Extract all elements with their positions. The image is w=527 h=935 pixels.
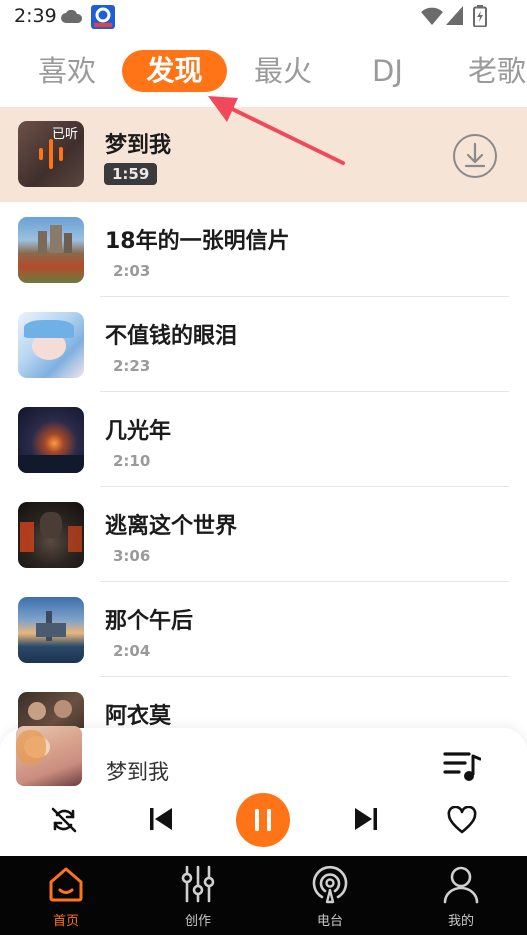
song-duration: 2:23 <box>113 357 151 375</box>
song-row[interactable]: 逃离这个世界 3:06 <box>0 487 527 582</box>
song-row[interactable]: 不值钱的眼泪 2:23 <box>0 297 527 392</box>
song-cover <box>18 597 84 663</box>
song-cover <box>18 217 84 283</box>
category-tabs: 喜欢 发现 最火 DJ 老歌 <box>0 44 527 100</box>
now-playing-title[interactable]: 梦到我 <box>106 756 169 786</box>
song-title: 几光年 <box>105 419 172 444</box>
song-duration: 2:03 <box>113 262 151 280</box>
next-track-icon[interactable] <box>353 806 379 832</box>
song-title: 不值钱的眼泪 <box>105 324 238 349</box>
song-row[interactable]: 18年的一张明信片 2:03 <box>0 202 527 297</box>
pause-button[interactable] <box>236 793 290 847</box>
heard-badge: 已听 <box>51 127 78 142</box>
song-duration: 2:04 <box>113 642 151 660</box>
equalizer-icon <box>39 139 63 169</box>
song-duration: 2:10 <box>113 452 151 470</box>
playlist-icon[interactable] <box>443 750 481 782</box>
song-title: 18年的一张明信片 <box>105 229 290 254</box>
bottom-navigation: 首页 创作 电台 我的 <box>0 856 527 935</box>
nav-create[interactable]: 创作 <box>153 856 243 935</box>
status-bar: 2:39 <box>0 0 527 34</box>
app-notification-icon <box>91 5 115 29</box>
pause-icon <box>255 809 271 831</box>
status-time: 2:39 <box>14 5 57 27</box>
song-row[interactable]: 几光年 2:10 <box>0 392 527 487</box>
song-title: 那个午后 <box>105 609 194 634</box>
song-row[interactable]: 那个午后 2:04 <box>0 582 527 677</box>
heart-icon[interactable] <box>447 806 477 834</box>
song-title: 逃离这个世界 <box>105 514 238 539</box>
nav-profile[interactable]: 我的 <box>416 856 506 935</box>
song-title: 阿衣莫 <box>105 704 172 729</box>
download-icon[interactable] <box>452 133 498 179</box>
tab-hottest[interactable]: 最火 <box>254 44 312 98</box>
tab-likes[interactable]: 喜欢 <box>38 44 96 98</box>
now-playing-cover[interactable] <box>16 726 82 786</box>
nav-home-label: 首页 <box>52 914 79 929</box>
sliders-icon <box>181 865 215 903</box>
nav-create-label: 创作 <box>184 914 211 929</box>
tab-discover[interactable]: 发现 <box>122 50 227 92</box>
previous-track-icon[interactable] <box>148 806 174 832</box>
song-cover <box>18 407 84 473</box>
song-row-current[interactable]: 已听 梦到我 1:59 <box>0 107 527 202</box>
home-icon <box>49 867 83 902</box>
radio-icon <box>312 865 348 904</box>
song-cover <box>18 502 84 568</box>
nav-radio-label: 电台 <box>316 914 343 929</box>
song-cover: 已听 <box>18 121 84 187</box>
loop-off-icon[interactable] <box>49 805 79 835</box>
song-title: 梦到我 <box>105 133 172 158</box>
song-duration: 1:59 <box>104 163 158 185</box>
tab-oldies[interactable]: 老歌 <box>468 44 526 98</box>
tab-dj[interactable]: DJ <box>372 44 403 98</box>
nav-profile-label: 我的 <box>447 914 474 929</box>
wifi-icon <box>421 7 443 25</box>
profile-icon <box>443 866 479 904</box>
nav-radio[interactable]: 电台 <box>285 856 375 935</box>
song-cover <box>18 312 84 378</box>
song-duration: 3:06 <box>113 547 151 565</box>
nav-home[interactable]: 首页 <box>21 856 111 935</box>
signal-icon <box>446 6 463 25</box>
battery-icon <box>473 5 487 27</box>
cloud-icon <box>61 10 83 23</box>
